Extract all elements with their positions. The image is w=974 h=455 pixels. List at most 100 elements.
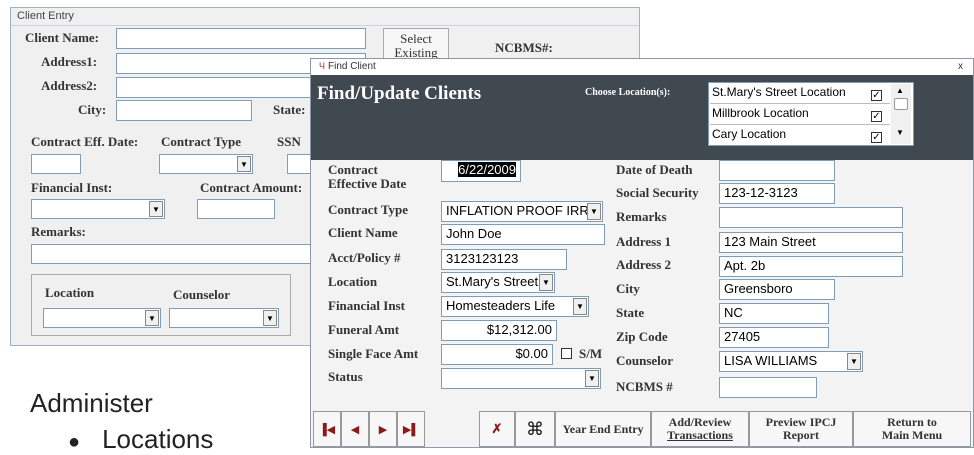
contract-type-label: Contract Type bbox=[328, 202, 409, 217]
address1-input[interactable]: 123 Main Street bbox=[719, 232, 903, 253]
choose-location-label: Choose Location(s): bbox=[585, 87, 671, 98]
chevron-down-icon: ▼ bbox=[847, 353, 861, 370]
find-client-titlebar: Ч Find Client x bbox=[311, 59, 973, 75]
preview-ipcj-report-button[interactable]: Preview IPCJ Report bbox=[749, 411, 853, 447]
financial-inst-label: Financial Inst bbox=[328, 298, 405, 313]
acct-policy-label: Acct/Policy # bbox=[328, 250, 401, 265]
counselor-label: Counselor bbox=[616, 353, 674, 368]
close-icon[interactable]: x bbox=[958, 61, 963, 72]
address1-label: Address1: bbox=[41, 54, 98, 69]
financial-inst-select[interactable]: ▼ bbox=[31, 199, 165, 219]
city-input[interactable] bbox=[116, 100, 252, 121]
location-checkbox-0[interactable]: ✓ bbox=[871, 85, 882, 103]
location-item-0: St.Mary's Street Location bbox=[712, 85, 846, 99]
address2-label: Address2: bbox=[41, 78, 98, 93]
social-security-label: Social Security bbox=[616, 185, 699, 200]
social-security-input[interactable]: 123-12-3123 bbox=[719, 183, 835, 204]
chevron-down-icon: ▼ bbox=[585, 370, 599, 387]
slide-bullet: ● Locations bbox=[68, 424, 213, 455]
contract-type-select[interactable]: ▼ bbox=[159, 154, 253, 174]
city-label: City bbox=[616, 281, 640, 296]
contract-effective-date-label: Contract Effective Date bbox=[328, 162, 407, 191]
single-face-amt-label: Single Face Amt bbox=[328, 346, 419, 361]
contract-effective-date-value: 6/22/2009 bbox=[458, 162, 516, 177]
state-label: State: bbox=[273, 102, 306, 117]
sm-checkbox[interactable] bbox=[561, 346, 572, 364]
client-name-input[interactable]: John Doe bbox=[441, 224, 605, 245]
location-select[interactable]: St.Mary's Street ▼ bbox=[441, 272, 555, 293]
contract-eff-date-label: Contract Eff. Date: bbox=[31, 134, 139, 149]
remarks-label: Remarks bbox=[616, 209, 667, 224]
zip-code-label: Zip Code bbox=[616, 329, 668, 344]
city-label: City: bbox=[78, 102, 107, 117]
chevron-down-icon: ▼ bbox=[573, 298, 587, 315]
chevron-down-icon: ▼ bbox=[263, 310, 277, 326]
address1-label: Address 1 bbox=[616, 234, 672, 249]
scroll-thumb[interactable] bbox=[894, 98, 908, 110]
status-label: Status bbox=[328, 369, 363, 384]
location-label: Location bbox=[328, 274, 378, 289]
header-band: Find/Update Clients Choose Location(s): … bbox=[311, 75, 973, 160]
return-to-main-menu-button[interactable]: Return to Main Menu bbox=[853, 411, 971, 447]
delete-record-icon[interactable]: ✗ bbox=[479, 411, 515, 447]
financial-inst-value: Homesteaders Life bbox=[446, 298, 556, 313]
state-input[interactable]: NC bbox=[719, 303, 829, 324]
counselor-select[interactable]: ▼ bbox=[169, 308, 279, 328]
add-review-transactions-button[interactable]: Add/Review Transactions bbox=[651, 411, 749, 447]
city-input[interactable]: Greensboro bbox=[719, 279, 835, 300]
window-title: Find Client bbox=[328, 61, 376, 72]
client-entry-title: Client Entry bbox=[11, 8, 639, 26]
contract-effective-date-input[interactable]: 6/22/2009 bbox=[441, 160, 521, 182]
location-listbox[interactable]: St.Mary's Street Location ✓ Millbrook Lo… bbox=[708, 82, 914, 146]
date-of-death-input[interactable] bbox=[719, 160, 835, 181]
divider bbox=[710, 103, 890, 104]
status-select[interactable]: ▼ bbox=[441, 368, 601, 389]
previous-record-icon[interactable]: ◀ bbox=[341, 411, 369, 447]
location-select[interactable]: ▼ bbox=[43, 308, 161, 328]
last-record-icon[interactable]: ▶▌ bbox=[397, 411, 425, 447]
chevron-down-icon: ▼ bbox=[237, 156, 251, 172]
ncbms-label: NCBMS#: bbox=[495, 40, 553, 55]
zip-code-input[interactable]: 27405 bbox=[719, 327, 829, 348]
counselor-select[interactable]: LISA WILLIAMS ▼ bbox=[719, 351, 863, 372]
contract-eff-date-input[interactable] bbox=[31, 154, 81, 174]
date-of-death-label: Date of Death bbox=[616, 162, 693, 177]
bullet-text: Locations bbox=[102, 424, 214, 454]
ncbms-input[interactable] bbox=[719, 377, 817, 398]
chevron-down-icon: ▼ bbox=[587, 203, 601, 220]
app-icon: Ч bbox=[319, 61, 325, 71]
location-value: St.Mary's Street bbox=[446, 274, 539, 289]
location-label: Location bbox=[45, 285, 95, 300]
ncbms-label: NCBMS # bbox=[616, 379, 673, 394]
address2-label: Address 2 bbox=[616, 257, 672, 272]
financial-inst-select[interactable]: Homesteaders Life ▼ bbox=[441, 296, 589, 317]
acct-policy-input[interactable]: 3123123123 bbox=[441, 249, 567, 270]
contract-type-select[interactable]: INFLATION PROOF IRRE ▼ bbox=[441, 201, 603, 222]
contract-amount-input[interactable] bbox=[197, 199, 275, 219]
slide-heading: Administer bbox=[30, 388, 153, 418]
remarks-label: Remarks: bbox=[31, 224, 86, 239]
client-name-input[interactable] bbox=[116, 28, 366, 49]
year-end-entry-button[interactable]: Year End Entry bbox=[555, 411, 651, 447]
add-review-line2: Transactions bbox=[667, 428, 733, 442]
listbox-scrollbar[interactable]: ▲ ▼ bbox=[891, 84, 911, 144]
remarks-input[interactable] bbox=[31, 244, 311, 264]
remarks-input[interactable] bbox=[719, 207, 903, 228]
return-line2: Main Menu bbox=[881, 428, 943, 442]
contract-type-label: Contract Type bbox=[161, 134, 242, 149]
funeral-amt-input[interactable]: $12,312.00 bbox=[441, 320, 557, 341]
client-name-label: Client Name: bbox=[25, 30, 100, 45]
page-title: Find/Update Clients bbox=[317, 83, 482, 104]
next-record-icon[interactable]: ▶ bbox=[369, 411, 397, 447]
funeral-amt-label: Funeral Amt bbox=[328, 322, 400, 337]
location-checkbox-2[interactable]: ✓ bbox=[871, 127, 882, 145]
location-checkbox-1[interactable]: ✓ bbox=[871, 106, 882, 124]
scroll-down-icon[interactable]: ▼ bbox=[896, 128, 904, 137]
address2-input[interactable]: Apt. 2b bbox=[719, 256, 903, 277]
preview-line2: Report bbox=[783, 428, 819, 442]
single-face-amt-input[interactable]: $0.00 bbox=[441, 344, 553, 365]
first-record-icon[interactable]: ▐◀ bbox=[313, 411, 341, 447]
scroll-up-icon[interactable]: ▲ bbox=[896, 86, 904, 95]
divider bbox=[710, 124, 890, 125]
binoculars-icon[interactable]: ⌘ bbox=[515, 411, 555, 447]
